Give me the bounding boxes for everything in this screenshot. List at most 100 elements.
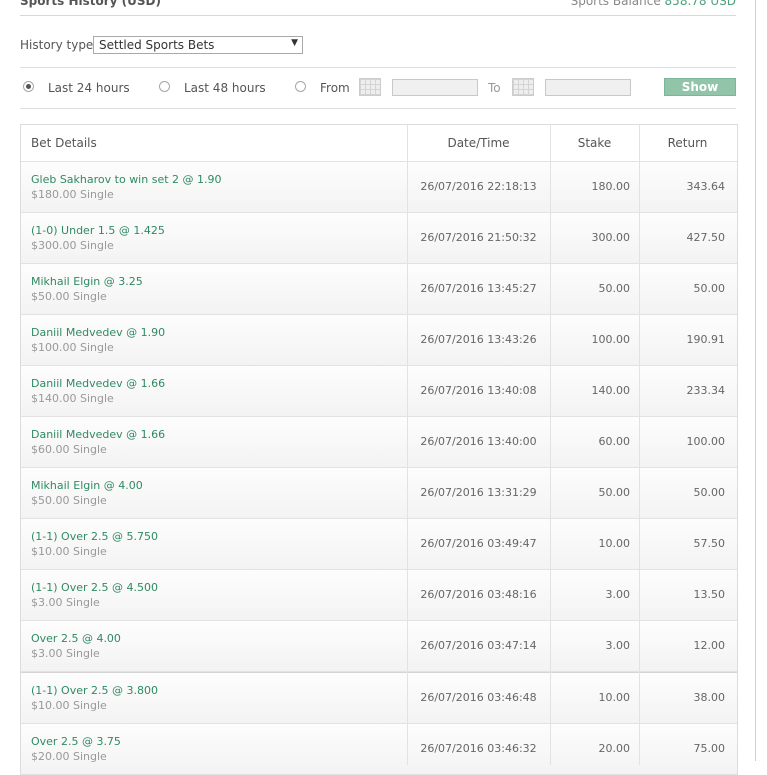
table-row: (1-1) Over 2.5 @ 5.750 $10.00 Single 26/07… [21, 519, 737, 570]
from-calendar-icon[interactable] [359, 78, 381, 96]
bet-datetime: 26/07/2016 22:18:13 [420, 180, 537, 193]
bet-stake: 100.00 [591, 333, 631, 346]
bet-selection-link[interactable]: (1-1) Over 2.5 @ 3.800 [31, 684, 158, 697]
table-row: Over 2.5 @ 3.75 $20.00 Single 26/07/2016 0… [21, 724, 737, 775]
bet-selection-link[interactable]: Over 2.5 @ 3.75 [31, 735, 121, 748]
table-row: Mikhail Elgin @ 4.00 $50.00 Single 26/07/2… [21, 468, 737, 519]
date-filter-bar: Last 24 hours Last 48 hours From To Show [20, 78, 736, 100]
bet-datetime: 26/07/2016 13:40:08 [420, 384, 537, 397]
bet-selection-link[interactable]: Over 2.5 @ 4.00 [31, 632, 121, 645]
column-divider [550, 125, 551, 765]
bet-selection-link[interactable]: Daniil Medvedev @ 1.66 [31, 428, 165, 441]
table-row: Gleb Sakharov to win set 2 @ 1.90 $180.00… [21, 162, 737, 213]
bet-stake: 300.00 [591, 231, 631, 244]
column-divider [639, 125, 640, 765]
bet-details-cell: Daniil Medvedev @ 1.90 $100.00 Single [21, 315, 407, 365]
balance-label: Sports Balance [570, 0, 661, 8]
bet-return: 50.00 [693, 282, 726, 295]
bet-datetime: 26/07/2016 03:48:16 [420, 588, 537, 601]
page-scroll-edge [755, 0, 756, 761]
bet-details-cell: Mikhail Elgin @ 4.00 $50.00 Single [21, 468, 407, 518]
bet-stake: 3.00 [605, 639, 631, 652]
last-48-hours-label: Last 48 hours [184, 81, 266, 95]
radio-from-date[interactable] [295, 81, 306, 92]
bet-stake-type: $10.00 Single [31, 545, 107, 558]
bet-stake-type: $3.00 Single [31, 596, 100, 609]
table-row: (1-1) Over 2.5 @ 3.800 $10.00 Single 26/07… [21, 672, 737, 724]
bet-selection-link[interactable]: (1-0) Under 1.5 @ 1.425 [31, 224, 165, 237]
bet-stake-type: $100.00 Single [31, 341, 114, 354]
bet-return: 233.34 [686, 384, 726, 397]
bet-selection-link[interactable]: Daniil Medvedev @ 1.66 [31, 377, 165, 390]
divider [20, 67, 736, 68]
balance-value: 858.78 USD [664, 0, 736, 8]
bet-selection-link[interactable]: (1-1) Over 2.5 @ 4.500 [31, 581, 158, 594]
bet-stake: 10.00 [598, 691, 631, 704]
bet-return: 57.50 [693, 537, 726, 550]
column-header-bet-details: Bet Details [31, 136, 97, 150]
bet-selection-link[interactable]: Mikhail Elgin @ 4.00 [31, 479, 143, 492]
bet-datetime: 26/07/2016 03:46:48 [420, 691, 537, 704]
bet-selection-link[interactable]: Mikhail Elgin @ 3.25 [31, 275, 143, 288]
bet-stake: 140.00 [591, 384, 631, 397]
bet-datetime: 26/07/2016 13:31:29 [420, 486, 537, 499]
last-24-hours-label: Last 24 hours [48, 81, 130, 95]
to-calendar-icon[interactable] [512, 78, 534, 96]
panel-header: Sports History (USD) Sports Balance 858.… [20, 0, 736, 15]
bet-datetime: 26/07/2016 13:43:26 [420, 333, 537, 346]
bet-stake-type: $10.00 Single [31, 699, 107, 712]
column-divider [407, 125, 408, 765]
bet-datetime: 26/07/2016 03:49:47 [420, 537, 537, 550]
sports-balance: Sports Balance 858.78 USD [571, 0, 736, 8]
history-type-select[interactable]: Settled Sports Bets ▼ [93, 36, 303, 54]
divider [20, 108, 736, 109]
column-header-stake: Stake [577, 136, 612, 150]
sports-history-panel: Sports History (USD) Sports Balance 858.… [20, 0, 738, 775]
bet-details-cell: Daniil Medvedev @ 1.66 $60.00 Single [21, 417, 407, 467]
page-title: Sports History (USD) [20, 0, 161, 8]
to-date-input[interactable] [545, 79, 631, 96]
bet-stake-type: $300.00 Single [31, 239, 114, 252]
divider [20, 15, 736, 16]
bet-datetime: 26/07/2016 13:40:00 [420, 435, 537, 448]
bet-details-cell: (1-1) Over 2.5 @ 5.750 $10.00 Single [21, 519, 407, 569]
bet-details-cell: Over 2.5 @ 4.00 $3.00 Single [21, 621, 407, 671]
bet-stake: 180.00 [591, 180, 631, 193]
bet-selection-link[interactable]: Daniil Medvedev @ 1.90 [31, 326, 165, 339]
bet-return: 190.91 [686, 333, 726, 346]
bet-stake: 60.00 [598, 435, 631, 448]
table-row: Daniil Medvedev @ 1.66 $60.00 Single 26/07… [21, 417, 737, 468]
bet-details-cell: (1-1) Over 2.5 @ 4.500 $3.00 Single [21, 570, 407, 620]
bet-return: 38.00 [693, 691, 726, 704]
bet-return: 100.00 [686, 435, 726, 448]
radio-last-48-hours[interactable] [159, 81, 170, 92]
column-header-date-time: Date/Time [447, 136, 510, 150]
table-row: Over 2.5 @ 4.00 $3.00 Single 26/07/2016 03… [21, 621, 737, 672]
bet-stake-type: $60.00 Single [31, 443, 107, 456]
bet-stake: 3.00 [605, 588, 631, 601]
bet-details-cell: Gleb Sakharov to win set 2 @ 1.90 $180.00… [21, 162, 407, 212]
history-type-label: History type [20, 38, 94, 52]
bet-stake-type: $180.00 Single [31, 188, 114, 201]
to-label: To [488, 81, 501, 95]
show-button[interactable]: Show [664, 78, 736, 96]
table-row: Daniil Medvedev @ 1.66 $140.00 Single 26/0… [21, 366, 737, 417]
bet-datetime: 26/07/2016 03:46:32 [420, 742, 537, 755]
from-label: From [320, 81, 350, 95]
bet-stake-type: $3.00 Single [31, 647, 100, 660]
bet-return: 13.50 [693, 588, 726, 601]
column-header-return: Return [667, 136, 708, 150]
bet-history-table: Bet Details Date/Time Stake Return Gleb … [20, 124, 738, 775]
radio-last-24-hours[interactable] [23, 81, 34, 92]
dropdown-arrow-icon: ▼ [291, 38, 298, 48]
bet-datetime: 26/07/2016 13:45:27 [420, 282, 537, 295]
bet-stake: 50.00 [598, 486, 631, 499]
bet-datetime: 26/07/2016 21:50:32 [420, 231, 537, 244]
bet-return: 50.00 [693, 486, 726, 499]
bet-details-cell: Daniil Medvedev @ 1.66 $140.00 Single [21, 366, 407, 416]
bet-selection-link[interactable]: Gleb Sakharov to win set 2 @ 1.90 [31, 173, 222, 186]
from-date-input[interactable] [392, 79, 478, 96]
bet-return: 427.50 [686, 231, 726, 244]
bet-selection-link[interactable]: (1-1) Over 2.5 @ 5.750 [31, 530, 158, 543]
bet-stake: 10.00 [598, 537, 631, 550]
